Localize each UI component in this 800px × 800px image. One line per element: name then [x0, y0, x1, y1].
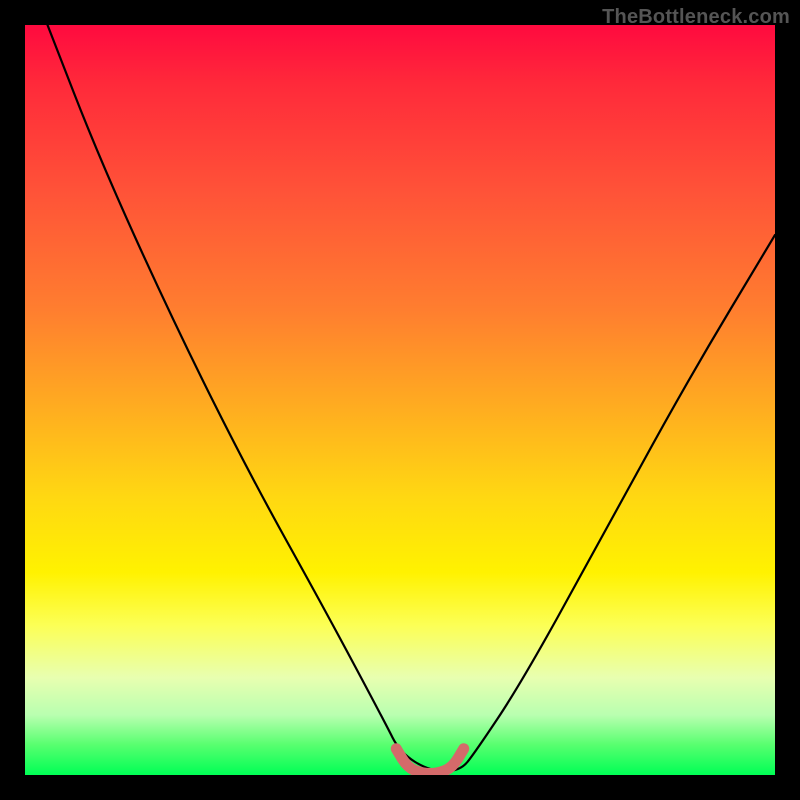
- watermark-text: TheBottleneck.com: [602, 6, 790, 29]
- bottleneck-curve: [48, 25, 776, 771]
- marker-band: [396, 749, 464, 774]
- plot-area: [25, 25, 775, 775]
- chart-svg: [25, 25, 775, 775]
- chart-frame: TheBottleneck.com: [0, 0, 800, 800]
